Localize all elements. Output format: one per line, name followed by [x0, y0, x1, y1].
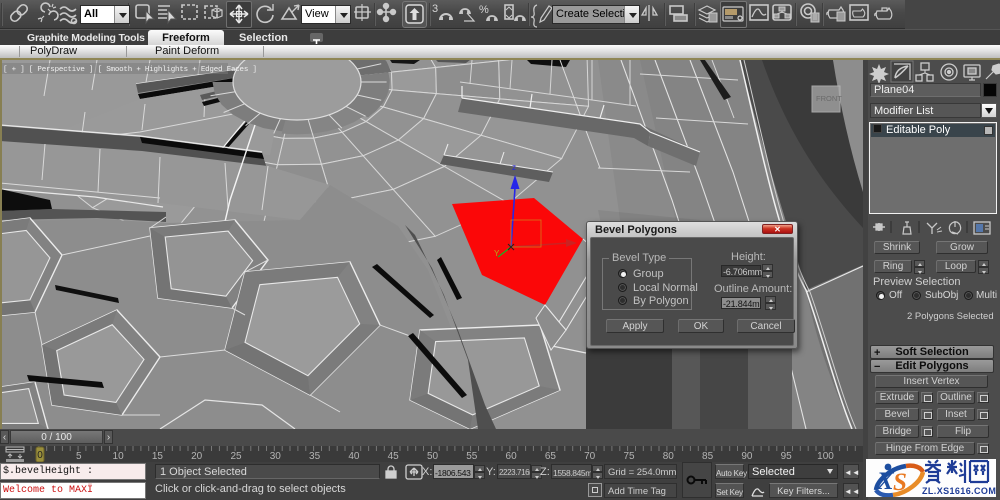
svg-text:35: 35 [309, 451, 321, 462]
svg-text:100: 100 [817, 451, 834, 462]
svg-text:0: 0 [37, 450, 43, 461]
svg-text:20: 20 [191, 451, 203, 462]
svg-text:65: 65 [545, 451, 557, 462]
svg-text:S: S [893, 469, 907, 496]
svg-text:%: % [479, 4, 489, 16]
svg-text:95: 95 [781, 451, 793, 462]
svg-text:15: 15 [152, 451, 164, 462]
svg-text:50: 50 [427, 451, 439, 462]
svg-text:55: 55 [466, 451, 478, 462]
svg-text:10: 10 [113, 451, 125, 462]
svg-text:25: 25 [230, 451, 242, 462]
svg-text:75: 75 [623, 451, 635, 462]
svg-text:FRONT: FRONT [816, 94, 842, 103]
svg-text:80: 80 [663, 451, 675, 462]
svg-text:z: z [512, 163, 516, 172]
svg-text:Y: Y [494, 249, 500, 258]
svg-text:ZL.XS1616.COM: ZL.XS1616.COM [922, 486, 996, 496]
svg-text:90: 90 [741, 451, 753, 462]
svg-text:30: 30 [270, 451, 282, 462]
svg-text:85: 85 [702, 451, 714, 462]
svg-text:[ + ] [ Perspective ] [ Smooth: [ + ] [ Perspective ] [ Smooth + Highlig… [3, 66, 257, 74]
svg-text:5: 5 [76, 451, 82, 462]
svg-text:70: 70 [584, 451, 596, 462]
svg-text:40: 40 [348, 451, 360, 462]
svg-text:45: 45 [388, 451, 400, 462]
svg-text:3: 3 [432, 3, 438, 15]
svg-text:60: 60 [506, 451, 518, 462]
